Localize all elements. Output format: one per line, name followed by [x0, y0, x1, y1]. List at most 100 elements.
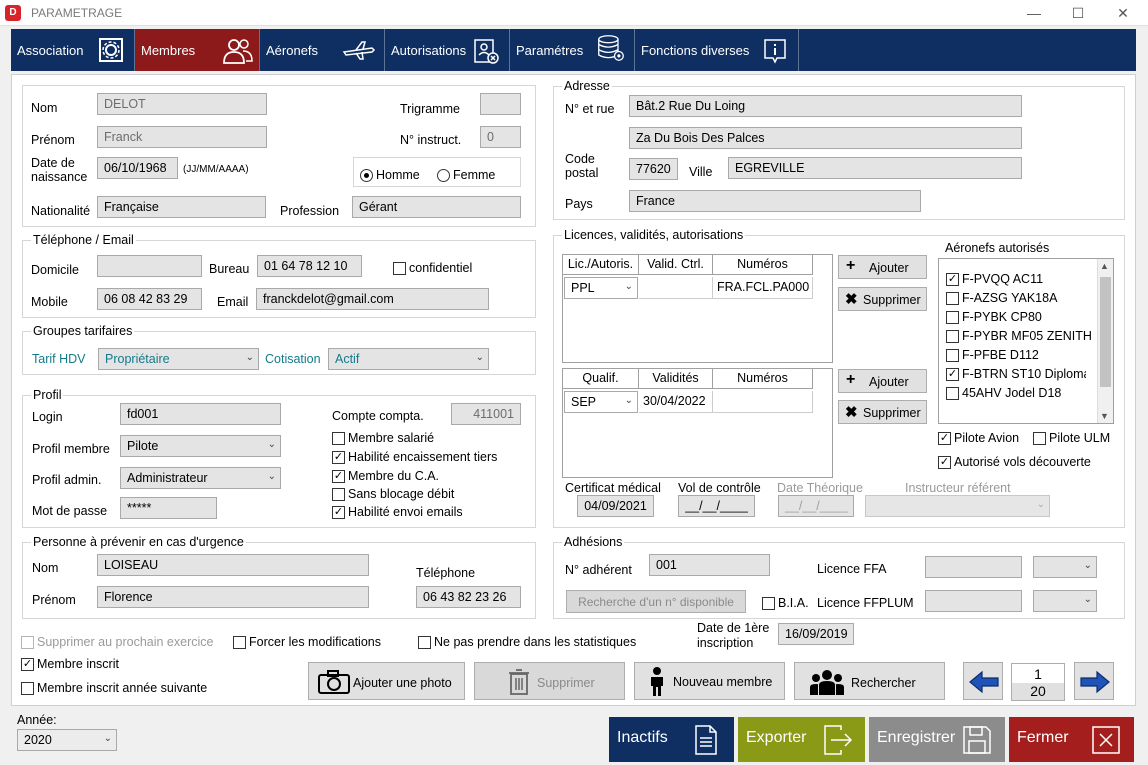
qualif-ajouter-button[interactable]: + Ajouter	[838, 369, 927, 393]
bia-checkbox[interactable]: B.I.A.	[762, 596, 809, 612]
trigramme-field[interactable]	[480, 93, 521, 115]
aeronef-item[interactable]: ✓ F-BTRN ST10 Diploma	[946, 367, 1086, 383]
tab-membres[interactable]: Membres	[135, 29, 260, 71]
cp-field[interactable]: 77620	[629, 158, 678, 180]
urgence-nom-field[interactable]: LOISEAU	[97, 554, 369, 576]
ffplum-select[interactable]: ⌄	[1033, 590, 1097, 612]
pilote-ulm-label: Pilote ULM	[1049, 431, 1111, 445]
scrollbar-thumb[interactable]	[1100, 277, 1111, 387]
previous-button[interactable]	[963, 662, 1003, 700]
pilote-ulm-checkbox[interactable]: Pilote ULM	[1033, 431, 1110, 447]
ffplum-field[interactable]	[925, 590, 1022, 612]
aeronef-item[interactable]: 45AHV Jodel D18	[946, 386, 1061, 402]
membre-inscrit-suivante-checkbox[interactable]: Membre inscrit année suivante	[21, 681, 207, 697]
rue1-field[interactable]: Bât.2 Rue Du Loing	[629, 95, 1022, 117]
ffa-select[interactable]: ⌄	[1033, 556, 1097, 578]
qualif-numero-cell[interactable]	[713, 391, 813, 413]
radio-homme[interactable]: Homme	[360, 168, 420, 182]
enregistrer-button[interactable]: Enregistrer	[869, 717, 1005, 762]
membre-salarie-checkbox[interactable]: Membre salarié	[332, 431, 434, 447]
membre-inscrit-checkbox[interactable]: ✓ Membre inscrit	[21, 657, 119, 673]
minimize-button[interactable]: —	[1021, 2, 1047, 24]
tab-parametres[interactable]: Paramétres	[510, 29, 635, 71]
licence-numero-cell[interactable]: FRA.FCL.PA000	[713, 277, 813, 299]
urgence-prenom-field[interactable]: Florence	[97, 586, 369, 608]
next-button[interactable]	[1074, 662, 1114, 700]
login-field[interactable]: fd001	[120, 403, 281, 425]
nationalite-field[interactable]: Française	[97, 196, 266, 218]
tarif-value: Propriétaire	[105, 352, 170, 366]
qualif-valid-cell[interactable]: 30/04/2022	[639, 391, 713, 413]
aeronef-item[interactable]: ✓ F-PVQQ AC11	[946, 272, 1043, 288]
tab-autorisations[interactable]: Autorisations	[385, 29, 510, 71]
ajouter-photo-button[interactable]: Ajouter une photo	[308, 662, 465, 700]
mobile-field[interactable]: 06 08 42 83 29	[97, 288, 202, 310]
aeronef-item[interactable]: F-AZSG YAK18A	[946, 291, 1057, 307]
urgence-tel-field[interactable]: 06 43 82 23 26	[416, 586, 521, 608]
annee-select[interactable]: 2020 ⌄	[17, 729, 117, 751]
pilote-avion-checkbox[interactable]: ✓ Pilote Avion	[938, 431, 1019, 447]
domicile-field[interactable]	[97, 255, 202, 277]
tab-aeronefs[interactable]: Aéronefs	[260, 29, 385, 71]
pays-field[interactable]: France	[629, 190, 921, 212]
inactifs-button[interactable]: Inactifs	[609, 717, 734, 762]
licence-supprimer-button[interactable]: ✖ Supprimer	[838, 287, 927, 311]
dob-field[interactable]: 06/10/1968	[97, 157, 178, 179]
licence-valid-cell[interactable]	[639, 277, 713, 299]
email-field[interactable]: franckdelot@gmail.com	[256, 288, 489, 310]
confidentiel-checkbox[interactable]: confidentiel	[393, 261, 472, 277]
vols-decouverte-checkbox[interactable]: ✓ Autorisé vols découverte	[938, 455, 1091, 471]
profession-field[interactable]: Gérant	[352, 196, 521, 218]
membre-ca-checkbox[interactable]: ✓ Membre du C.A.	[332, 469, 439, 485]
sans-blocage-checkbox[interactable]: Sans blocage débit	[332, 487, 454, 503]
ninstruct-field[interactable]: 0	[480, 126, 521, 148]
vol-field[interactable]: __/__/____	[678, 495, 755, 517]
ne-pas-stats-checkbox[interactable]: Ne pas prendre dans les statistiques	[418, 635, 636, 651]
ffa-field[interactable]	[925, 556, 1022, 578]
fermer-button[interactable]: Fermer	[1009, 717, 1134, 762]
licence-ajouter-button[interactable]: + Ajouter	[838, 255, 927, 279]
aeronef-label: 45AHV Jodel D18	[962, 386, 1062, 400]
profil-membre-select[interactable]: Pilote ⌄	[120, 435, 281, 457]
tab-association[interactable]: Association	[11, 29, 135, 71]
tarif-select[interactable]: Propriétaire ⌄	[98, 348, 259, 370]
licence-type-select[interactable]: PPL ⌄	[564, 277, 638, 299]
radio-femme[interactable]: Femme	[437, 168, 495, 182]
tab-fonctions-diverses[interactable]: Fonctions diverses	[635, 29, 799, 71]
chevron-up-icon[interactable]: ▲	[1100, 261, 1109, 271]
close-window-button[interactable]: ✕	[1110, 2, 1136, 24]
prenom-field[interactable]: Franck	[97, 126, 267, 148]
scrollbar[interactable]: ▲ ▼	[1097, 259, 1113, 423]
aeronef-item[interactable]: F-PFBE D112	[946, 348, 1039, 364]
ville-field[interactable]: EGREVILLE	[728, 157, 1022, 179]
checkbox-box	[946, 311, 959, 324]
recherche-numero-button[interactable]: Recherche d'un n° disponible	[566, 590, 746, 613]
adherent-field[interactable]: 001	[649, 554, 770, 576]
cert-field[interactable]: 04/09/2021	[577, 495, 654, 517]
rechercher-button[interactable]: Rechercher	[794, 662, 945, 700]
button-label: Ajouter	[869, 375, 909, 389]
nouveau-membre-button[interactable]: Nouveau membre	[634, 662, 785, 700]
maximize-button[interactable]: ☐	[1065, 2, 1091, 24]
nom-field[interactable]: DELOT	[97, 93, 267, 115]
bureau-field[interactable]: 01 64 78 12 10	[257, 255, 362, 277]
habilite-encaissement-checkbox[interactable]: ✓ Habilité encaissement tiers	[332, 450, 497, 466]
compte-field[interactable]: 411001	[451, 403, 521, 425]
chevron-down-icon[interactable]: ▼	[1100, 411, 1109, 421]
supprimer-membre-button[interactable]: Supprimer	[474, 662, 625, 700]
adresse-group-title: Adresse	[562, 79, 612, 93]
rue2-field[interactable]: Za Du Bois Des Palces	[629, 127, 1022, 149]
profil-admin-select[interactable]: Administrateur ⌄	[120, 467, 281, 489]
aeronef-item[interactable]: F-PYBK CP80	[946, 310, 1042, 326]
qualif-supprimer-button[interactable]: ✖ Supprimer	[838, 400, 927, 424]
qualif-type-select[interactable]: SEP ⌄	[564, 391, 638, 413]
habilite-emails-checkbox[interactable]: ✓ Habilité envoi emails	[332, 505, 463, 521]
aeronef-item[interactable]: F-PYBR MF05 ZENITH	[946, 329, 1092, 345]
date-inscription-field[interactable]: 16/09/2019	[778, 623, 854, 645]
exporter-button[interactable]: Exporter	[738, 717, 865, 762]
forcer-modifications-checkbox[interactable]: Forcer les modifications	[233, 635, 381, 651]
profil-admin-value: Administrateur	[127, 471, 208, 485]
people-icon	[223, 39, 253, 64]
password-field[interactable]: *****	[120, 497, 217, 519]
cotisation-select[interactable]: Actif ⌄	[328, 348, 489, 370]
